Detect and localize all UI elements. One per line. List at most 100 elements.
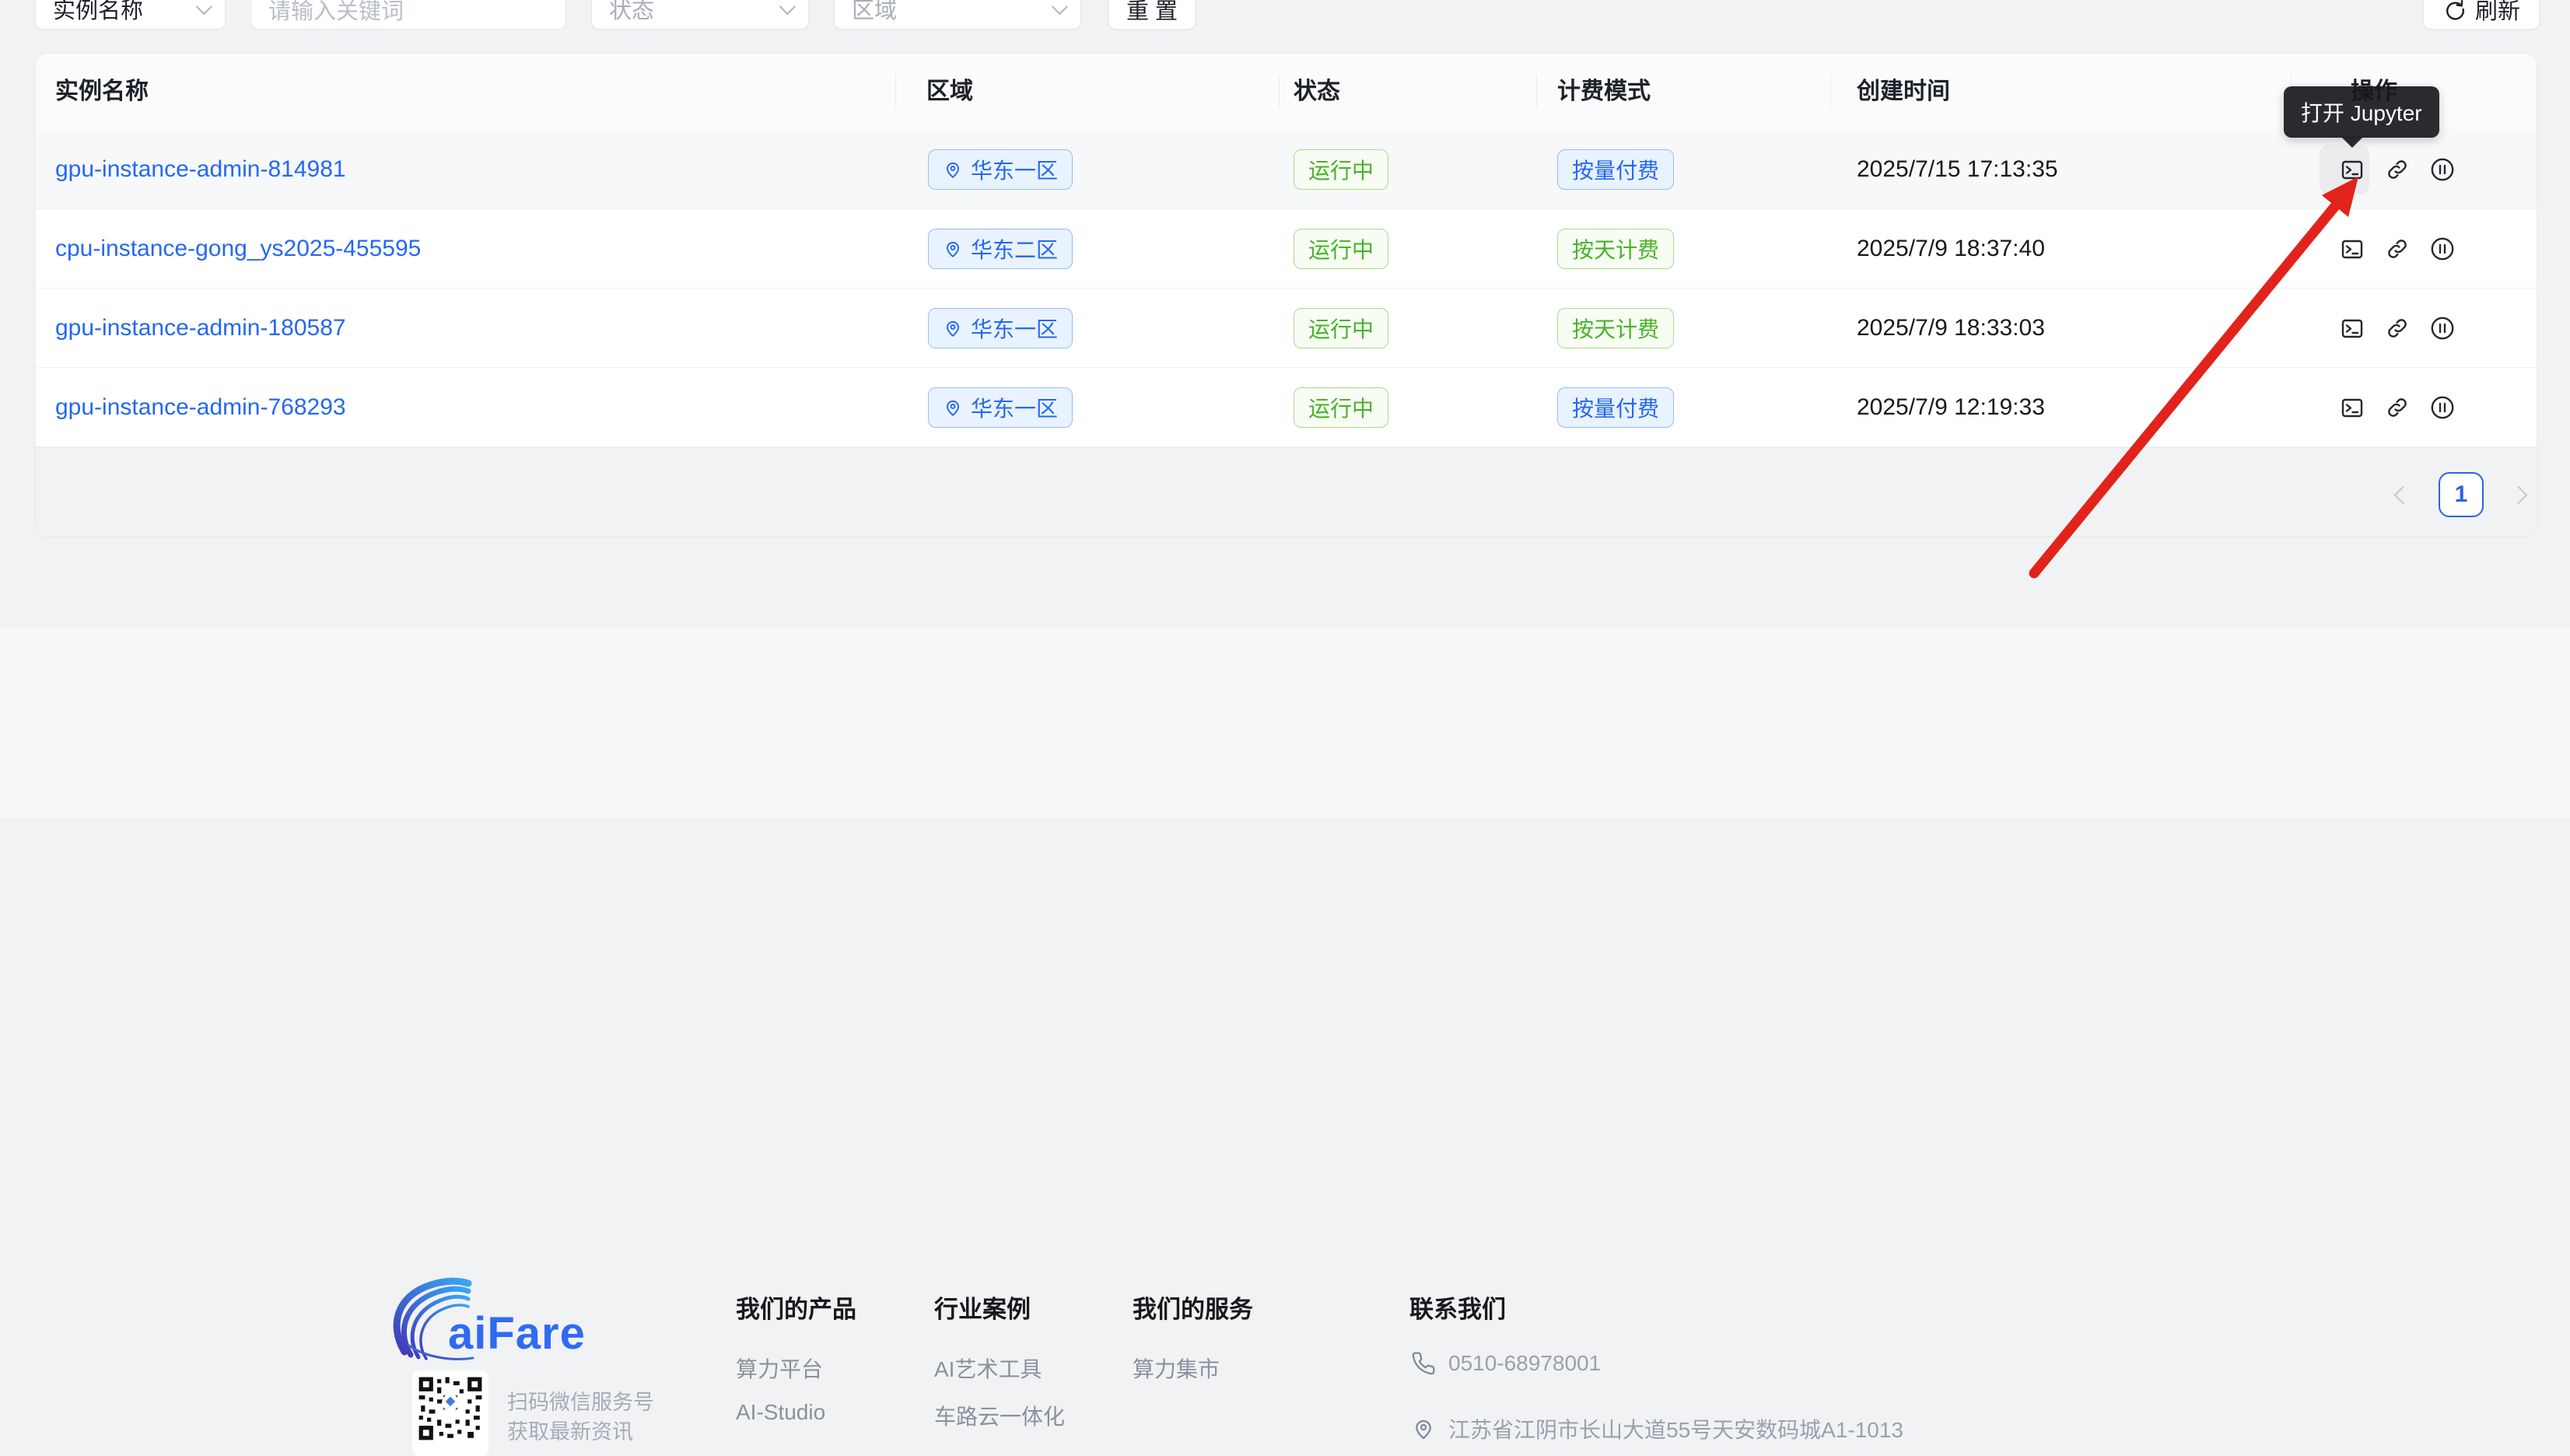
pagination-page-1[interactable]: 1 xyxy=(2439,472,2484,517)
pause-icon xyxy=(2428,235,2456,263)
refresh-button[interactable]: 刷新 xyxy=(2423,0,2540,30)
status-badge: 运行中 xyxy=(1294,149,1388,190)
region-badge: 华东一区 xyxy=(928,149,1073,190)
footer-services-title: 我们的服务 xyxy=(1133,1290,1253,1325)
table-row: cpu-instance-gong_ys2025-455595 华东二区 运行中… xyxy=(36,209,2537,289)
pause-instance-button[interactable] xyxy=(2420,130,2465,209)
chevron-down-icon xyxy=(779,0,796,15)
footer-contact-address: 江苏省江阴市长山大道55号天安数码城A1-1013 xyxy=(1411,1413,1903,1444)
status-badge: 运行中 xyxy=(1294,387,1388,428)
chevron-down-icon xyxy=(1052,0,1068,15)
phone-icon xyxy=(1411,1351,1436,1376)
pause-instance-button[interactable] xyxy=(2420,368,2465,447)
wechat-qr-code xyxy=(412,1370,488,1456)
billing-badge: 按量付费 xyxy=(1557,387,1674,428)
footer-link-compute-platform[interactable]: 算力平台 xyxy=(736,1353,823,1384)
footer-link-ai-studio[interactable]: AI-Studio xyxy=(736,1400,825,1425)
billing-badge: 按天计费 xyxy=(1557,229,1674,269)
reset-button-label: 重 置 xyxy=(1126,0,1178,26)
pagination-next-button[interactable] xyxy=(2509,485,2527,504)
reset-button[interactable]: 重 置 xyxy=(1108,0,1196,30)
status-badge: 运行中 xyxy=(1294,308,1388,348)
instance-name-type-value: 实例名称 xyxy=(53,0,143,25)
copy-link-button[interactable] xyxy=(2375,289,2420,368)
instance-name-link[interactable]: gpu-instance-admin-814981 xyxy=(55,156,346,183)
location-pin-icon xyxy=(943,397,963,418)
pause-instance-button[interactable] xyxy=(2420,289,2465,368)
refresh-icon xyxy=(2442,0,2466,21)
link-icon xyxy=(2383,314,2411,342)
open-jupyter-button[interactable] xyxy=(2330,209,2375,289)
terminal-icon xyxy=(2338,235,2366,263)
footer-address: 江苏省江阴市长山大道55号天安数码城A1-1013 xyxy=(1448,1413,1903,1444)
pause-icon xyxy=(2428,314,2456,342)
footer-phone-number: 0510-68978001 xyxy=(1448,1351,1601,1376)
created-time: 2025/7/15 17:13:35 xyxy=(1857,156,2058,183)
qr-caption-line2: 获取最新资讯 xyxy=(507,1415,633,1445)
footer-contact-title: 联系我们 xyxy=(1409,1290,1506,1325)
created-time: 2025/7/9 12:19:33 xyxy=(1857,394,2045,421)
location-pin-icon xyxy=(943,318,963,338)
svg-text:aiFare: aiFare xyxy=(448,1308,586,1359)
copy-link-button[interactable] xyxy=(2375,368,2420,447)
region-badge: 华东一区 xyxy=(928,387,1073,428)
open-jupyter-button[interactable] xyxy=(2330,289,2375,368)
footer-contact-phone: 0510-68978001 xyxy=(1411,1351,1601,1376)
copy-link-button[interactable] xyxy=(2375,209,2420,289)
table-row: gpu-instance-admin-768293 华东一区 运行中 按量付费 … xyxy=(36,368,2537,447)
instance-name-link[interactable]: gpu-instance-admin-768293 xyxy=(55,394,346,421)
location-pin-icon xyxy=(943,239,963,259)
location-pin-icon xyxy=(1411,1416,1436,1441)
billing-badge: 按天计费 xyxy=(1557,308,1674,348)
aifare-logo: aiFare xyxy=(387,1277,599,1364)
region-filter-select[interactable]: 区域 xyxy=(834,0,1081,30)
location-pin-icon xyxy=(943,159,963,180)
link-icon xyxy=(2383,156,2411,184)
col-header-status: 状态 xyxy=(1294,54,1340,130)
terminal-icon xyxy=(2338,314,2366,342)
open-jupyter-button[interactable] xyxy=(2330,368,2375,447)
table-header-row: 实例名称 区域 状态 计费模式 创建时间 操作 xyxy=(36,54,2537,131)
footer-link-compute-market[interactable]: 算力集市 xyxy=(1133,1353,1220,1384)
column-divider xyxy=(1279,75,1280,109)
footer-cases-title: 行业案例 xyxy=(934,1290,1031,1325)
footer-link-ai-art-tools[interactable]: AI艺术工具 xyxy=(934,1353,1042,1384)
chevron-down-icon xyxy=(196,0,212,15)
status-filter-placeholder: 状态 xyxy=(609,0,654,25)
instance-name-link[interactable]: gpu-instance-admin-180587 xyxy=(55,315,346,341)
keyword-search-input[interactable] xyxy=(250,0,566,30)
footer-products-title: 我们的产品 xyxy=(736,1290,856,1325)
col-header-created: 创建时间 xyxy=(1857,54,1950,130)
pause-icon xyxy=(2428,394,2456,422)
footer-link-vehicle-road-cloud[interactable]: 车路云一体化 xyxy=(934,1400,1065,1431)
created-time: 2025/7/9 18:37:40 xyxy=(1857,236,2045,262)
table-row: gpu-instance-admin-814981 华东一区 运行中 按量付费 … xyxy=(36,130,2537,209)
instance-name-type-select[interactable]: 实例名称 xyxy=(35,0,226,30)
col-header-billing: 计费模式 xyxy=(1557,54,1651,130)
column-divider xyxy=(1830,75,1831,109)
column-divider xyxy=(895,75,896,109)
refresh-button-label: 刷新 xyxy=(2475,0,2520,26)
terminal-icon xyxy=(2338,156,2366,184)
instance-name-link[interactable]: cpu-instance-gong_ys2025-455595 xyxy=(55,236,421,262)
created-time: 2025/7/9 18:33:03 xyxy=(1857,315,2045,341)
terminal-icon xyxy=(2338,394,2366,422)
status-badge: 运行中 xyxy=(1294,229,1388,269)
status-filter-select[interactable]: 状态 xyxy=(591,0,809,30)
column-divider xyxy=(1536,75,1537,109)
region-filter-placeholder: 区域 xyxy=(852,0,897,25)
region-badge: 华东一区 xyxy=(928,308,1073,348)
billing-badge: 按量付费 xyxy=(1557,149,1674,190)
instance-table-card: 实例名称 区域 状态 计费模式 创建时间 操作 gpu-instance-adm… xyxy=(35,53,2537,537)
copy-link-button[interactable] xyxy=(2375,130,2420,209)
pause-icon xyxy=(2428,156,2456,184)
link-icon xyxy=(2383,235,2411,263)
pagination-prev-button[interactable] xyxy=(2393,485,2412,504)
col-header-region: 区域 xyxy=(926,54,973,130)
qr-caption-line1: 扫码微信服务号 xyxy=(507,1385,654,1416)
pause-instance-button[interactable] xyxy=(2420,209,2465,289)
col-header-instance-name: 实例名称 xyxy=(55,54,149,130)
pagination-bar: 1 xyxy=(36,447,2537,537)
link-icon xyxy=(2383,394,2411,422)
page-footer: aiFare xyxy=(0,627,2570,818)
